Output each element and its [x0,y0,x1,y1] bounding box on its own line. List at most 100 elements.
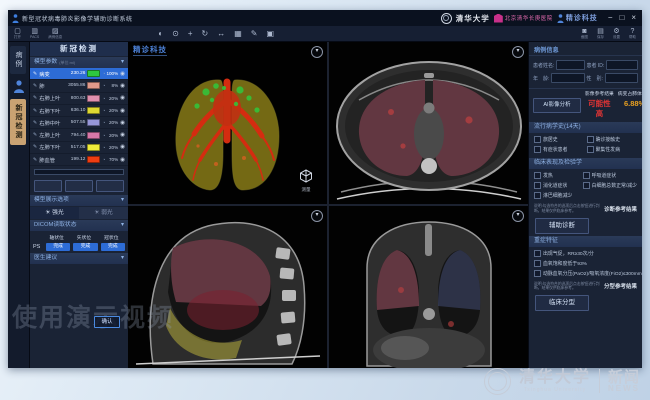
toolbar-button[interactable]: + [188,30,193,38]
visibility-eye-icon[interactable]: ◉ [120,95,125,101]
checkbox-item[interactable]: 白细胞总数正常/减少 [583,182,637,189]
close-button[interactable]: × [631,10,636,26]
selection-button[interactable] [65,180,93,192]
toolbar-button[interactable]: ▢ 打开 [14,28,21,39]
opacity-icon: ◔ [102,96,105,101]
layer-row[interactable]: ✎ 左肺上叶 794.40 ◔ 20% ◉ [30,129,128,141]
toolbar-button[interactable]: ▤ 保存 [597,28,604,39]
patient-icon[interactable] [13,80,25,93]
color-swatch[interactable] [87,119,100,126]
checkbox[interactable] [587,136,594,143]
checkbox[interactable] [534,250,541,257]
minimize-button[interactable]: − [608,10,613,26]
visibility-eye-icon[interactable]: ◉ [120,108,125,114]
toolbar-button[interactable]: ? 帮助 [629,28,636,39]
model-params-header[interactable]: 模型参数 (单位:ml) ▾ [30,57,128,68]
text-input[interactable] [556,60,584,70]
checkbox[interactable] [534,146,541,153]
visibility-eye-icon[interactable]: ◉ [120,157,125,163]
toolbar-button[interactable]: ↔ [217,30,225,38]
viewport-axial[interactable]: ▾ [329,42,528,204]
checkbox-item[interactable]: 发热 [534,172,581,179]
color-swatch[interactable] [87,95,100,102]
checkbox[interactable] [534,136,541,143]
visibility-eye-icon[interactable]: ◉ [120,71,125,77]
checkbox[interactable] [587,146,594,153]
checkbox-item[interactable]: 消化道症状 [534,182,581,189]
checkbox-item[interactable]: 血氧饱和度低于93% [534,260,642,267]
checkbox[interactable] [534,192,541,199]
toolbar-button[interactable]: ▨ 病例信息 [48,28,62,39]
checkbox[interactable] [534,172,541,179]
light-mode-tab[interactable]: ☀ 强光 [30,207,79,219]
toolbar-icon: ▣ [266,30,274,38]
text-input[interactable] [551,73,584,83]
checkbox-item[interactable]: 淋巴细胞减少 [534,192,581,199]
color-swatch[interactable] [87,144,100,151]
checkbox-item[interactable]: 聚集性发病 [587,146,638,153]
viewport-3d[interactable]: 精诊科技 测量 ▾ [128,42,327,204]
layer-row[interactable]: ✎ 左肺下叶 517.05 ◔ 20% ◉ [30,142,128,154]
display-options-header[interactable]: 模型展示选项 ▾ [30,195,128,206]
checkbox[interactable] [534,270,541,277]
layer-row[interactable]: ✎ 右肺下叶 636.10 ◔ 20% ◉ [30,105,128,117]
checkbox-item[interactable]: 呼吸道症状 [583,172,637,179]
viewport-menu-button[interactable]: ▾ [512,210,524,222]
tab-case[interactable]: 病例 [10,46,26,74]
toolbar-button[interactable]: ◐ [158,30,163,38]
color-swatch[interactable] [87,156,100,163]
toolbar-button[interactable]: ⚙ 设置 [613,28,620,39]
result-label: 影像参考结果 [585,92,614,99]
visibility-eye-icon[interactable]: ◉ [120,120,125,126]
checkbox-item[interactable]: 有症状患者 [534,146,585,153]
selection-button[interactable] [96,180,124,192]
toolbar-button[interactable]: ✎ [251,30,258,38]
text-input[interactable] [606,60,638,70]
viewport-menu-button[interactable]: ▾ [512,46,524,58]
doctor-advice-header[interactable]: 医生建议 ▾ [30,253,128,264]
checkbox-item[interactable]: 确诊接触史 [587,136,638,143]
clinical-typing-button[interactable]: 临床分型 [535,295,589,311]
cube-tool[interactable]: 测量 [299,169,313,193]
checkbox[interactable] [534,182,541,189]
toolbar-button[interactable]: ◙ 截图 [581,28,588,39]
dicom-status-header[interactable]: DICOM读取状态 ▾ [30,220,128,231]
toolbar-button[interactable]: ▦ [234,30,242,38]
patient-fields: 患者姓名: 患者 ID: 年 龄: 性 别: [529,56,642,85]
layer-row[interactable]: ✎ 肺 3055.86 ◔ 8% ◉ [30,80,128,92]
selection-button[interactable] [34,180,62,192]
toolbar-button[interactable]: ▣ [266,30,274,38]
checkbox-item[interactable]: 出现气促，RR≥30次/分 [534,250,642,257]
maximize-button[interactable]: □ [619,10,624,26]
toolbar-button[interactable]: ▥ PACS [30,28,39,39]
viewport-menu-button[interactable]: ▾ [311,210,323,222]
viewport-coronal[interactable]: ▾ [329,206,528,368]
toolbar-button[interactable]: ⊙ [172,30,179,38]
layer-row[interactable]: ✎ 病变 230.26 ◔ 100% ◉ [30,68,128,80]
checkbox[interactable] [534,260,541,267]
visibility-eye-icon[interactable]: ◉ [120,144,125,150]
viewport-menu-button[interactable]: ▾ [311,46,323,58]
color-swatch[interactable] [87,132,100,139]
checkbox[interactable] [583,182,590,189]
visibility-eye-icon[interactable]: ◉ [120,132,125,138]
confirm-button[interactable]: 确认 [94,316,120,328]
layer-name: 右肺上叶 [39,94,63,102]
color-swatch[interactable] [87,70,100,77]
viewport-sagittal[interactable]: ▾ [128,206,327,368]
layer-row[interactable]: ✎ 右肺中叶 507.55 ◔ 20% ◉ [30,117,128,129]
color-swatch[interactable] [87,82,100,89]
ai-analysis-button[interactable]: AI影像分析 [533,98,581,113]
layer-row[interactable]: ✎ 肺血管 199.12 ◔ 70% ◉ [30,154,128,166]
checkbox-item[interactable]: 旅居史 [534,136,585,143]
assist-diagnosis-button[interactable]: 辅助诊断 [535,218,589,234]
color-swatch[interactable] [87,107,100,114]
checkbox-item[interactable]: 动脉血氧分压(PaO2)/吸氧浓度(FiO2)≤300mmHg [534,270,642,277]
light-mode-tab[interactable]: ☀ 弱光 [79,207,128,219]
text-input[interactable] [605,73,638,83]
checkbox[interactable] [583,172,590,179]
tab-covid-detection[interactable]: 新冠检测 [10,99,26,145]
layer-row[interactable]: ✎ 右肺上叶 800.63 ◔ 20% ◉ [30,93,128,105]
toolbar-button[interactable]: ↻ [202,30,209,38]
visibility-eye-icon[interactable]: ◉ [120,83,125,89]
